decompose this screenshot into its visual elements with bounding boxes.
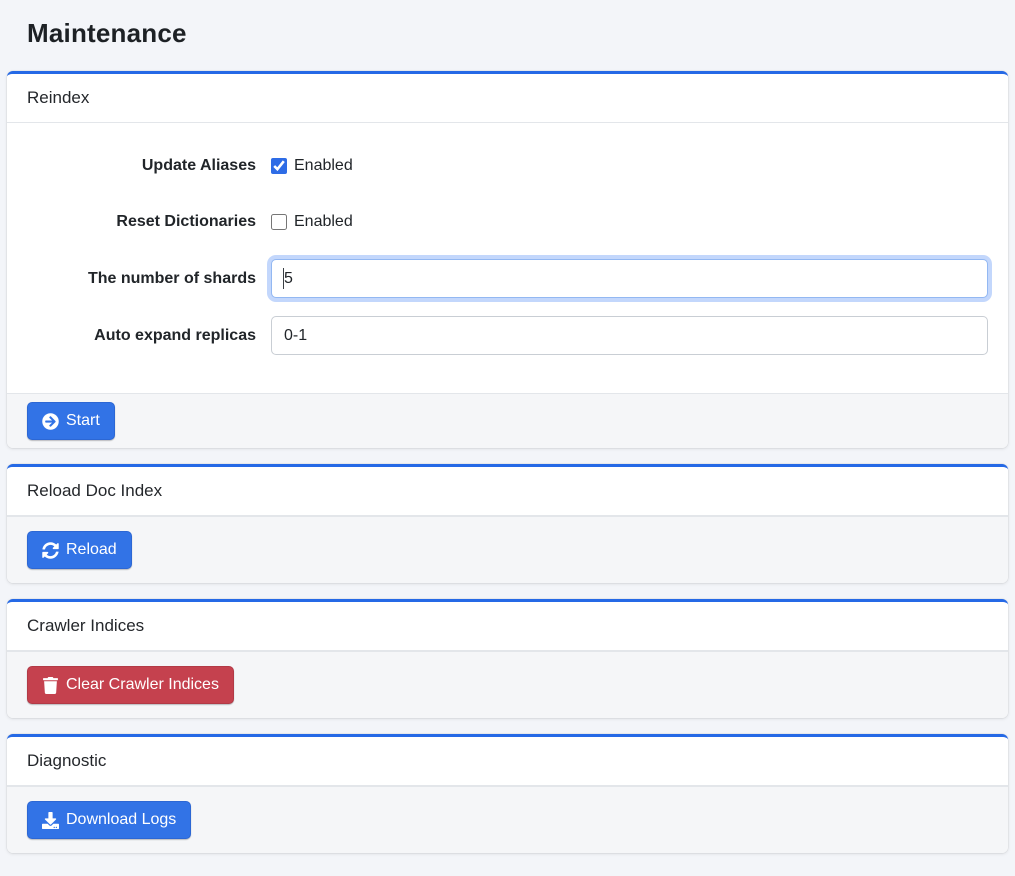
reload-doc-index-card-header: Reload Doc Index xyxy=(7,467,1008,516)
reindex-card-body: Update Aliases Enabled Reset Dictionarie… xyxy=(7,123,1008,393)
reset-dictionaries-row: Reset Dictionaries Enabled xyxy=(27,203,988,241)
reindex-card: Reindex Update Aliases Enabled Reset Dic… xyxy=(7,71,1008,448)
auto-expand-replicas-label: Auto expand replicas xyxy=(27,327,271,345)
page-header: Maintenance xyxy=(7,0,1008,71)
start-button-label: Start xyxy=(66,412,100,430)
download-logs-button[interactable]: Download Logs xyxy=(27,801,191,839)
auto-expand-replicas-row: Auto expand replicas xyxy=(27,316,988,355)
reset-dictionaries-check-wrap: Enabled xyxy=(271,213,353,231)
reload-button-label: Reload xyxy=(66,541,117,559)
number-of-shards-label: The number of shards xyxy=(27,270,271,288)
clear-crawler-indices-button-label: Clear Crawler Indices xyxy=(66,676,219,694)
diagnostic-card-footer: Download Logs xyxy=(7,786,1008,853)
clear-crawler-indices-button[interactable]: Clear Crawler Indices xyxy=(27,666,234,704)
arrow-circle-right-icon xyxy=(42,413,59,430)
start-button[interactable]: Start xyxy=(27,402,115,440)
reload-button[interactable]: Reload xyxy=(27,531,132,569)
diagnostic-card-title: Diagnostic xyxy=(27,751,106,770)
update-aliases-checkbox[interactable] xyxy=(271,158,287,174)
update-aliases-label: Update Aliases xyxy=(27,157,271,175)
update-aliases-check-wrap: Enabled xyxy=(271,157,353,175)
reset-dictionaries-check-label: Enabled xyxy=(294,213,353,231)
number-of-shards-input[interactable] xyxy=(271,259,988,298)
trash-icon xyxy=(42,677,59,694)
sync-icon xyxy=(42,542,59,559)
reload-doc-index-card-title: Reload Doc Index xyxy=(27,481,162,500)
reset-dictionaries-label: Reset Dictionaries xyxy=(27,213,271,231)
crawler-indices-card-footer: Clear Crawler Indices xyxy=(7,651,1008,718)
diagnostic-card: Diagnostic Download Logs xyxy=(7,734,1008,853)
reset-dictionaries-checkbox[interactable] xyxy=(271,214,287,230)
reload-doc-index-card-footer: Reload xyxy=(7,516,1008,583)
number-of-shards-row: The number of shards xyxy=(27,259,988,298)
update-aliases-row: Update Aliases Enabled xyxy=(27,147,988,185)
crawler-indices-card: Crawler Indices Clear Crawler Indices xyxy=(7,599,1008,718)
reload-doc-index-card: Reload Doc Index Reload xyxy=(7,464,1008,583)
content-wrapper: Maintenance Reindex Update Aliases Enabl… xyxy=(0,0,1015,876)
download-icon xyxy=(42,812,59,829)
diagnostic-card-header: Diagnostic xyxy=(7,737,1008,786)
update-aliases-check-label: Enabled xyxy=(294,157,353,175)
reindex-card-header: Reindex xyxy=(7,74,1008,123)
auto-expand-replicas-input[interactable] xyxy=(271,316,988,355)
crawler-indices-card-header: Crawler Indices xyxy=(7,602,1008,651)
download-logs-button-label: Download Logs xyxy=(66,811,176,829)
reindex-card-footer: Start xyxy=(7,393,1008,448)
crawler-indices-card-title: Crawler Indices xyxy=(27,616,144,635)
page-title: Maintenance xyxy=(27,18,988,49)
reindex-card-title: Reindex xyxy=(27,88,89,107)
